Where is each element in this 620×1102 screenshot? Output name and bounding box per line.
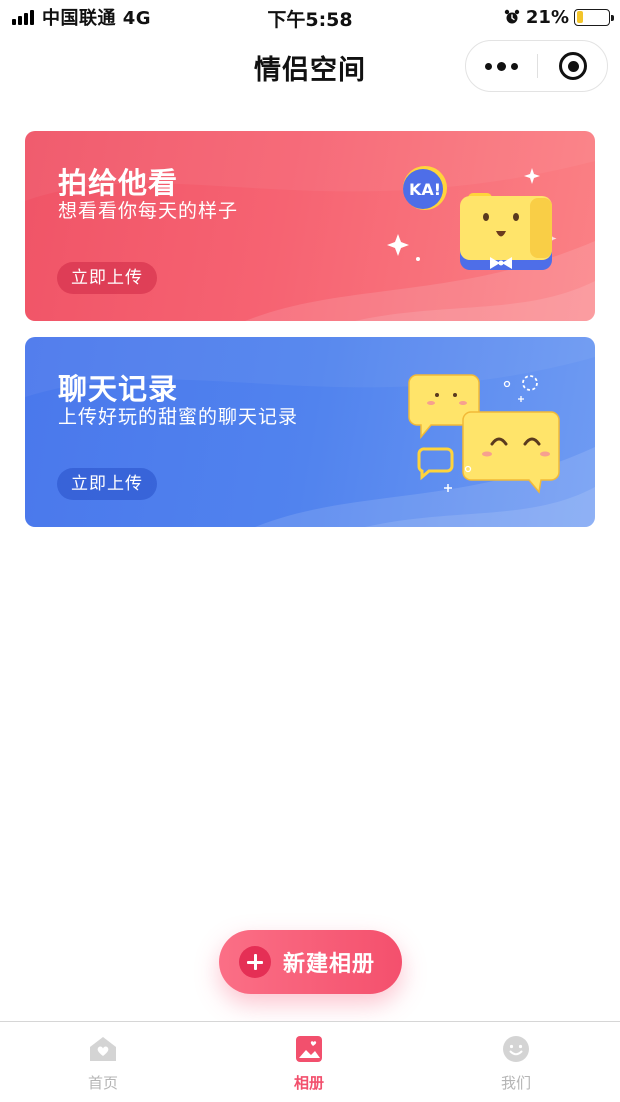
mini-program-capsule [465, 40, 608, 92]
status-bar: 中国联通 4G 下午5:58 21% [0, 0, 620, 34]
chat-upload-card[interactable]: 聊天记录 上传好玩的甜蜜的聊天记录 立即上传 [25, 337, 595, 527]
new-album-button[interactable]: 新建相册 [219, 930, 402, 994]
battery-icon [574, 8, 614, 26]
upload-now-button[interactable]: 立即上传 [57, 262, 157, 294]
tab-label: 相册 [293, 1074, 324, 1092]
tab-bar: 首页 相册 我们 [0, 1021, 620, 1102]
card-subtitle: 想看看你每天的样子 [58, 200, 239, 222]
smile-face-icon [503, 1036, 529, 1062]
tab-label: 首页 [87, 1074, 118, 1092]
status-right: 21% [504, 6, 614, 28]
tab-us[interactable]: 我们 [456, 1022, 576, 1102]
more-dots-icon[interactable] [466, 41, 537, 91]
upload-now-button[interactable]: 立即上传 [57, 468, 157, 500]
home-heart-icon [90, 1037, 116, 1061]
camera-mascot-icon [387, 166, 557, 270]
tab-home[interactable]: 首页 [43, 1022, 163, 1102]
photo-upload-card[interactable]: 拍给他看 想看看你每天的样子 立即上传 KA! [25, 131, 595, 321]
new-album-label: 新建相册 [283, 952, 376, 977]
record-circle-icon[interactable] [538, 41, 608, 91]
card-subtitle: 上传好玩的甜蜜的聊天记录 [58, 406, 299, 428]
chat-bubbles-icon [408, 374, 560, 494]
battery-percent: 21% [525, 6, 569, 28]
mini-program-page: 中国联通 4G 下午5:58 21% 情侣空间 拍给他看 想看看你每天的样子 立… [0, 0, 620, 1102]
album-icon [296, 1036, 322, 1062]
tab-album[interactable]: 相册 [249, 1022, 369, 1102]
battery-level [576, 11, 583, 23]
tab-label: 我们 [500, 1074, 531, 1092]
plus-circle-icon [239, 946, 271, 978]
alarm-icon [504, 9, 520, 24]
ka-badge-label: KA! [409, 180, 442, 199]
